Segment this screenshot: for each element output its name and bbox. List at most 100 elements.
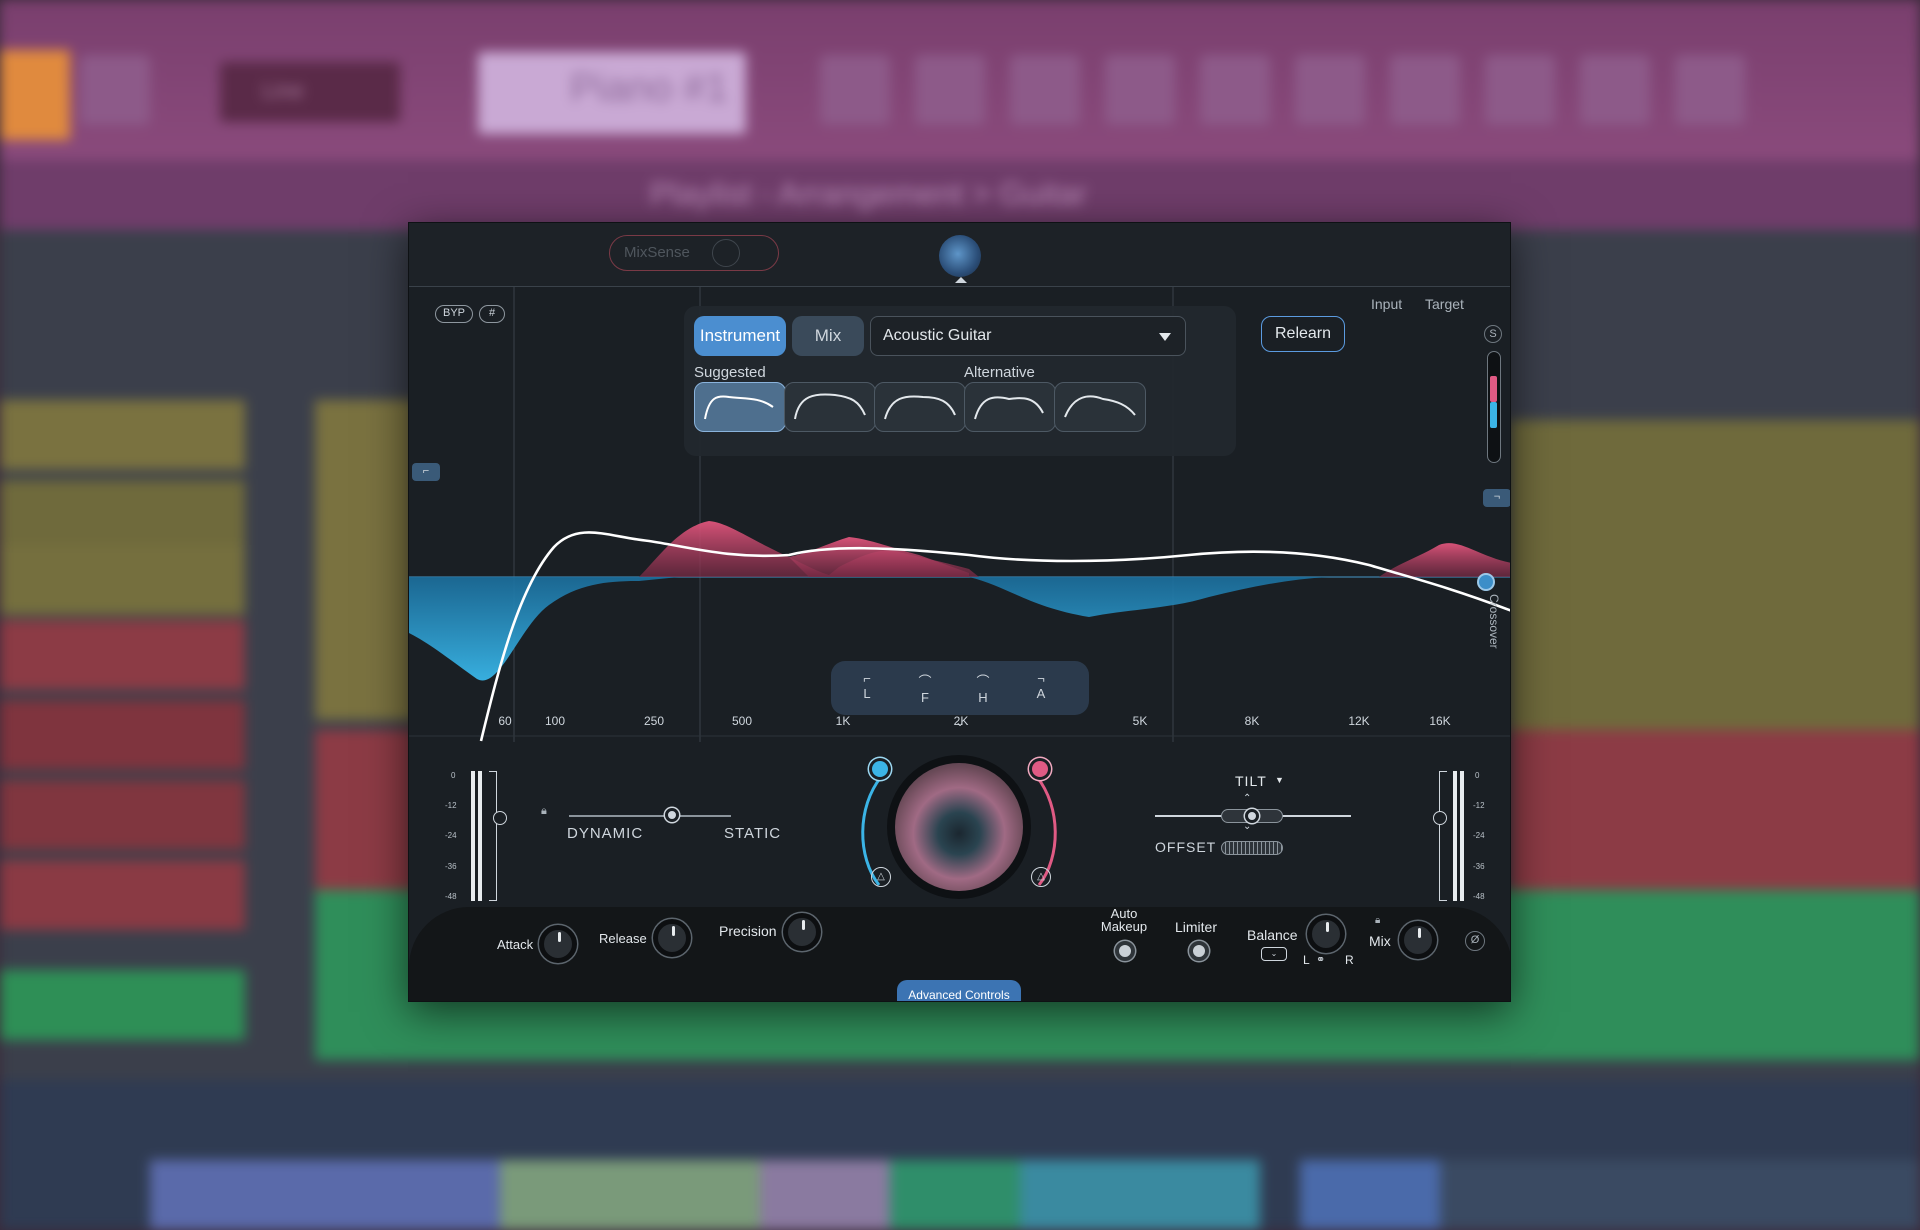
- alternative-curve-2[interactable]: [1054, 382, 1146, 432]
- tab-instrument[interactable]: Instrument: [694, 316, 786, 356]
- mix-lock-icon[interactable]: 🔒︎: [1375, 915, 1380, 926]
- balance-label: Balance: [1247, 927, 1298, 943]
- lock-icon[interactable]: 🔒︎: [541, 805, 547, 818]
- low-cut-handle[interactable]: ⌐: [412, 463, 440, 481]
- mixsense-label: MixSense: [624, 244, 690, 261]
- limiter-toggle[interactable]: [1189, 941, 1209, 961]
- input-meter: 0 -12 -24 -36 -48: [445, 771, 507, 913]
- balance-mode-dropdown[interactable]: ⌄: [1261, 947, 1287, 961]
- dynamic-static-slider[interactable]: [569, 808, 731, 822]
- crossover-handle[interactable]: [1479, 575, 1493, 589]
- out-meter-scale-48: -48: [1473, 892, 1485, 901]
- curve-shape-icon: [794, 393, 866, 420]
- plugin-window: MixSense BYP # Input Target S Crossover …: [408, 222, 1511, 1002]
- output-side-meter: [1487, 351, 1501, 463]
- alternative-curve-1[interactable]: [964, 382, 1056, 432]
- meter-scale-24: -24: [445, 831, 457, 840]
- grid-toggle-button[interactable]: #: [479, 305, 505, 323]
- band-harmonics-button[interactable]: ⌒ H: [965, 671, 1001, 705]
- phase-invert-button[interactable]: Ø: [1465, 931, 1485, 951]
- solo-button[interactable]: S: [1484, 325, 1502, 343]
- freq-label-12k: 12K: [1348, 714, 1370, 728]
- instrument-dropdown-value: Acoustic Guitar: [883, 327, 992, 344]
- solo-label: S: [1489, 328, 1497, 340]
- band-harmonics-label: H: [978, 690, 988, 705]
- suggested-curve-3[interactable]: [874, 382, 966, 432]
- auto-makeup-toggle[interactable]: [1115, 941, 1135, 961]
- suggested-curve-1[interactable]: [694, 382, 786, 432]
- advanced-controls-button[interactable]: Advanced Controls: [897, 980, 1021, 1001]
- band-fundamental-button[interactable]: ⌒ F: [907, 671, 943, 705]
- offset-down-icon[interactable]: ⌄: [1243, 821, 1251, 832]
- balance-knob[interactable]: [1307, 915, 1345, 953]
- suggested-label: Suggested: [694, 364, 766, 381]
- bottom-controls: 0 -12 -24 -36 -48 🔒︎ DYNAMIC STATIC △ △: [409, 747, 1510, 1001]
- meter-scale-0: 0: [451, 771, 456, 780]
- input-label: Input: [1371, 296, 1403, 312]
- out-meter-scale-12: -12: [1473, 801, 1485, 810]
- curve-shape-icon: [974, 396, 1044, 420]
- high-cut-handle[interactable]: ¬: [1483, 489, 1510, 507]
- meter-scale-48: -48: [445, 892, 457, 901]
- grid-icon: #: [488, 307, 496, 319]
- curve-shape-icon: [1064, 395, 1136, 418]
- relearn-button[interactable]: Relearn: [1261, 316, 1345, 352]
- offset-slider[interactable]: [1221, 841, 1283, 855]
- relearn-label: Relearn: [1274, 325, 1332, 342]
- low-strength-handle[interactable]: [872, 761, 888, 777]
- freq-label-1k: 1K: [835, 714, 851, 728]
- plugin-top-bar: MixSense: [409, 223, 1510, 287]
- band-mode-tray: ⌐ L ⌒ F ⌒ H ¬ A: [831, 661, 1089, 715]
- freq-label-5k: 5K: [1132, 714, 1148, 728]
- attack-knob[interactable]: [539, 925, 577, 963]
- release-knob[interactable]: [653, 919, 691, 957]
- out-meter-scale-36: -36: [1473, 862, 1485, 871]
- suggested-curve-2[interactable]: [784, 382, 876, 432]
- mix-knob[interactable]: [1399, 921, 1437, 959]
- plugin-logo-orb[interactable]: [939, 235, 981, 277]
- dropdown-arrow-icon: [1159, 333, 1171, 341]
- dynamic-static-thumb[interactable]: [665, 808, 679, 822]
- crossover-label: Crossover: [1487, 594, 1501, 649]
- band-low-button[interactable]: ⌐ L: [849, 671, 885, 705]
- band-air-button[interactable]: ¬ A: [1023, 671, 1059, 705]
- freq-label-250: 250: [643, 714, 665, 728]
- band-air-label: A: [1036, 686, 1046, 701]
- bypass-button[interactable]: BYP: [435, 305, 473, 323]
- eq-display[interactable]: BYP # Input Target S Crossover ⌐ ¬ Instr…: [409, 287, 1510, 747]
- daw-breadcrumb: Playlist - Arrangement > Guitar: [650, 176, 1087, 212]
- output-gain-handle[interactable]: [1433, 811, 1447, 825]
- output-meter: 0 -12 -24 -36 -48: [1433, 771, 1503, 913]
- static-label: STATIC: [724, 825, 782, 842]
- high-strength-handle[interactable]: [1032, 761, 1048, 777]
- tab-mix[interactable]: Mix: [792, 316, 864, 356]
- band-fundamental-label: F: [921, 690, 929, 705]
- instrument-dropdown[interactable]: Acoustic Guitar: [870, 316, 1186, 356]
- precision-knob[interactable]: [783, 913, 821, 951]
- balance-link-icon[interactable]: ⚭: [1316, 953, 1325, 966]
- attack-label: Attack: [497, 937, 534, 952]
- tilt-dropdown-icon[interactable]: ▼: [1275, 775, 1284, 785]
- freq-label-2k: 2K: [953, 714, 969, 728]
- high-arrow-icon[interactable]: △: [1031, 867, 1051, 887]
- tilt-slider[interactable]: [1155, 809, 1351, 823]
- offset-up-icon[interactable]: ⌃: [1243, 793, 1251, 804]
- freq-label-16k: 16K: [1429, 714, 1451, 728]
- balance-l-label: L: [1303, 953, 1310, 967]
- collapse-caret-icon[interactable]: [955, 277, 967, 283]
- phase-icon: Ø: [1470, 934, 1480, 946]
- low-arrow-icon[interactable]: △: [871, 867, 891, 887]
- limiter-label: Limiter: [1175, 919, 1218, 935]
- tab-instrument-label: Instrument: [699, 326, 781, 345]
- tilt-label: TILT: [1235, 773, 1267, 789]
- mixsense-toggle[interactable]: MixSense: [609, 235, 779, 271]
- mixsense-switch[interactable]: [712, 239, 740, 267]
- out-meter-scale-24: -24: [1473, 831, 1485, 840]
- mix-label: Mix: [1369, 933, 1391, 949]
- offset-label: OFFSET: [1155, 839, 1217, 855]
- balance-r-label: R: [1345, 953, 1354, 967]
- input-gain-handle[interactable]: [493, 811, 507, 825]
- curve-shape-icon: [704, 395, 774, 420]
- freq-label-100: 100: [544, 714, 566, 728]
- auto-makeup-label: Auto Makeup: [1100, 906, 1148, 934]
